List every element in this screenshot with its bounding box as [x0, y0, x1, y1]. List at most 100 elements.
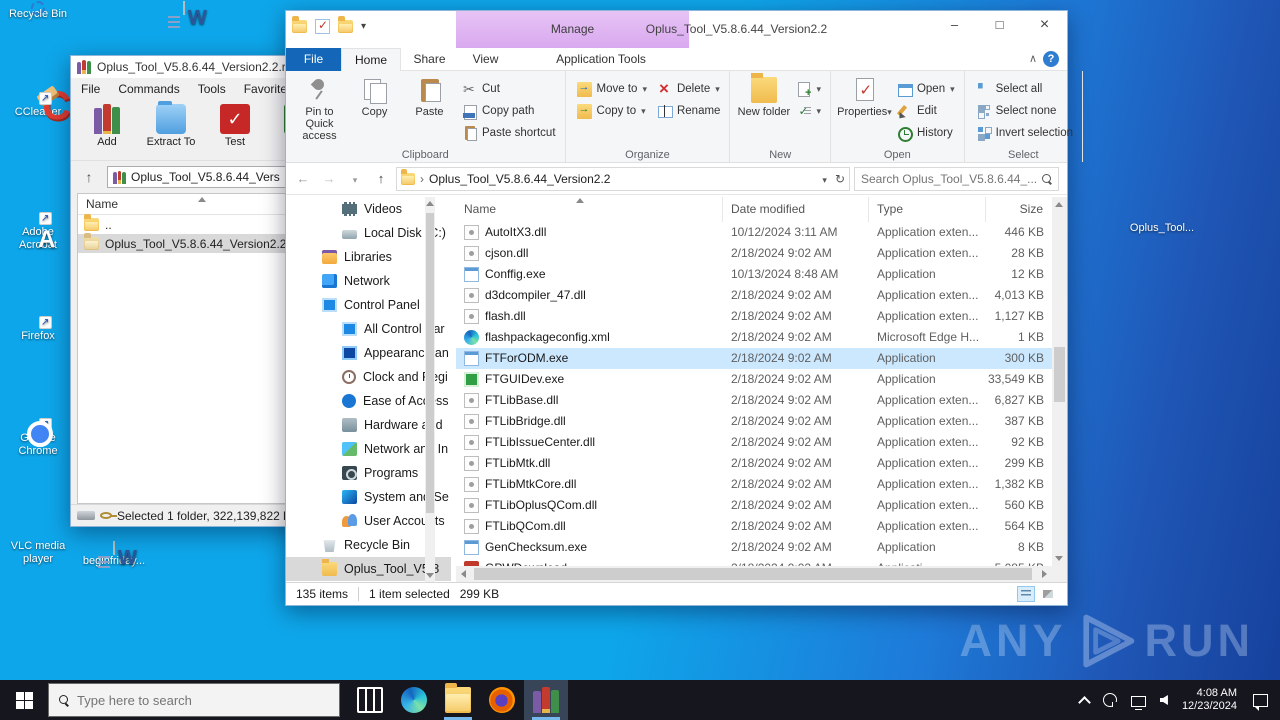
- ribbon-button-history[interactable]: History: [892, 122, 960, 144]
- column-header-name[interactable]: Name: [456, 197, 723, 222]
- table-row[interactable]: FTLibMtkCore.dll2/18/2024 9:02 AMApplica…: [456, 474, 1052, 495]
- ribbon-button-edit[interactable]: Edit: [892, 100, 960, 122]
- ribbon-button-select-all[interactable]: Select all: [971, 78, 1078, 100]
- volume-icon[interactable]: [1160, 695, 1168, 705]
- action-center-icon[interactable]: [1253, 694, 1268, 707]
- refresh-icon[interactable]: [835, 172, 845, 186]
- horizontal-scrollbar[interactable]: [456, 566, 1052, 582]
- table-row[interactable]: FTLibBase.dll2/18/2024 9:02 AMApplicatio…: [456, 390, 1052, 411]
- desktop-icon-google-chrome[interactable]: Google Chrome: [2, 432, 74, 458]
- tab-view[interactable]: View: [458, 48, 513, 71]
- ribbon-button-invert-selection[interactable]: Invert selection: [971, 122, 1078, 144]
- nav-scrollbar[interactable]: [425, 197, 435, 582]
- tray-expand-icon[interactable]: [1078, 696, 1091, 709]
- checkmark-doc-icon[interactable]: [315, 19, 330, 34]
- scroll-down-icon[interactable]: [1055, 556, 1063, 561]
- recent-locations-icon[interactable]: [344, 171, 366, 186]
- search-icon[interactable]: [1042, 174, 1052, 184]
- up-arrow-icon[interactable]: [79, 167, 99, 187]
- desktop-icon-firefox[interactable]: Firefox: [2, 330, 74, 343]
- table-row[interactable]: GenChecksum.exe2/18/2024 9:02 AMApplicat…: [456, 537, 1052, 558]
- tab-application-tools[interactable]: Application Tools: [513, 48, 689, 71]
- taskbar-clock[interactable]: 4:08 AM 12/23/2024: [1182, 687, 1237, 713]
- ribbon-button-new-folder[interactable]: New folder: [736, 75, 791, 118]
- table-row[interactable]: AutoItX3.dll10/12/2024 3:11 AMApplicatio…: [456, 222, 1052, 243]
- taskbar-icon-winrar[interactable]: [524, 680, 568, 720]
- large-icons-view-button[interactable]: [1039, 586, 1057, 602]
- tab-share[interactable]: Share: [401, 48, 458, 71]
- ribbon-button-move-to[interactable]: Move to: [572, 78, 652, 100]
- maximize-button[interactable]: [977, 11, 1022, 41]
- ribbon-button-paste-shortcut[interactable]: Paste shortcut: [457, 122, 561, 144]
- start-button[interactable]: [0, 680, 48, 720]
- ribbon-button-copy-to[interactable]: Copy to: [572, 100, 652, 122]
- winrar-toolbar-extract-to[interactable]: Extract To: [143, 104, 199, 148]
- scroll-up-icon[interactable]: [426, 201, 434, 206]
- desktop-icon-word[interactable]: [156, 2, 212, 15]
- scroll-down-icon[interactable]: [426, 573, 434, 578]
- table-row[interactable]: d3dcompiler_47.dll2/18/2024 9:02 AMAppli…: [456, 285, 1052, 306]
- column-header-type[interactable]: Type: [869, 197, 986, 222]
- network-icon[interactable]: [1131, 696, 1146, 707]
- back-button[interactable]: [292, 171, 314, 186]
- desktop-icon-recycle-bin[interactable]: Recycle Bin: [2, 8, 74, 21]
- minimize-button[interactable]: [932, 11, 977, 41]
- table-row[interactable]: Conffig.exe10/13/2024 8:48 AMApplication…: [456, 264, 1052, 285]
- ribbon-button-copy-path[interactable]: Copy path: [457, 100, 561, 122]
- ribbon-button-rename[interactable]: Rename: [652, 100, 725, 122]
- taskbar-search-input[interactable]: [77, 693, 329, 708]
- address-dropdown-icon[interactable]: [822, 172, 827, 186]
- column-header-size[interactable]: Size: [986, 197, 1052, 222]
- details-view-button[interactable]: [1017, 586, 1035, 602]
- winrar-toolbar-test[interactable]: Test: [207, 104, 263, 148]
- winrar-menu-file[interactable]: File: [81, 82, 100, 96]
- ribbon-button-select-none[interactable]: Select none: [971, 100, 1078, 122]
- ribbon-button-open[interactable]: Open: [892, 78, 960, 100]
- up-button[interactable]: [370, 171, 392, 186]
- winrar-menu-commands[interactable]: Commands: [118, 82, 179, 96]
- ribbon-button-cut[interactable]: Cut: [457, 78, 561, 100]
- tab-home[interactable]: Home: [341, 48, 401, 71]
- taskbar-icon-file-explorer[interactable]: [436, 680, 480, 720]
- ribbon-button-paste[interactable]: Paste: [402, 75, 457, 118]
- desktop-icon-beginfriday[interactable]: beginfriday...: [78, 542, 150, 568]
- search-input[interactable]: [861, 172, 1038, 186]
- table-row[interactable]: FTGUIDev.exe2/18/2024 9:02 AMApplication…: [456, 369, 1052, 390]
- tab-file[interactable]: File: [286, 48, 341, 71]
- address-bar[interactable]: Oplus_Tool_V5.8.6.44_Version2.2: [396, 167, 850, 191]
- scroll-up-icon[interactable]: [1055, 202, 1063, 207]
- table-row[interactable]: flash.dll2/18/2024 9:02 AMApplication ex…: [456, 306, 1052, 327]
- taskbar-search[interactable]: [48, 683, 340, 717]
- table-row[interactable]: FTLibQCom.dll2/18/2024 9:02 AMApplicatio…: [456, 516, 1052, 537]
- scroll-right-icon[interactable]: [1042, 570, 1047, 578]
- ribbon-button-properties[interactable]: Properties: [837, 75, 892, 118]
- ribbon-button-pin-to-quick-access[interactable]: Pin to Quick access: [292, 75, 347, 142]
- desktop-icon-oplus-tool[interactable]: Oplus_Tool...: [1124, 222, 1200, 235]
- column-header-date-modified[interactable]: Date modified: [723, 197, 869, 222]
- taskbar-icon-edge[interactable]: [392, 680, 436, 720]
- forward-button[interactable]: [318, 171, 340, 186]
- search-box[interactable]: [854, 167, 1059, 191]
- table-row[interactable]: FTLibBridge.dll2/18/2024 9:02 AMApplicat…: [456, 411, 1052, 432]
- taskbar-icon-task-view[interactable]: [348, 680, 392, 720]
- ribbon-button-delete[interactable]: Delete: [652, 78, 725, 100]
- desktop-icon-ccleaner[interactable]: CCleaner: [2, 106, 74, 119]
- table-row[interactable]: FTLibMtk.dll2/18/2024 9:02 AMApplication…: [456, 453, 1052, 474]
- winrar-menu-tools[interactable]: Tools: [198, 82, 226, 96]
- folder-icon[interactable]: [338, 20, 353, 33]
- winrar-toolbar-add[interactable]: Add: [79, 104, 135, 148]
- vertical-scrollbar[interactable]: [1052, 197, 1067, 582]
- scroll-left-icon[interactable]: [461, 570, 466, 578]
- table-row[interactable]: FTLibOplusQCom.dll2/18/2024 9:02 AMAppli…: [456, 495, 1052, 516]
- help-button[interactable]: [1043, 51, 1059, 67]
- table-row[interactable]: cjson.dll2/18/2024 9:02 AMApplication ex…: [456, 243, 1052, 264]
- breadcrumb[interactable]: Oplus_Tool_V5.8.6.44_Version2.2: [429, 172, 610, 186]
- table-row[interactable]: FTForODM.exe2/18/2024 9:02 AMApplication…: [456, 348, 1052, 369]
- table-row[interactable]: FTLibIssueCenter.dll2/18/2024 9:02 AMApp…: [456, 432, 1052, 453]
- table-row[interactable]: flashpackageconfig.xml2/18/2024 9:02 AMM…: [456, 327, 1052, 348]
- taskbar-icon-firefox[interactable]: [480, 680, 524, 720]
- folder-icon[interactable]: [292, 20, 307, 33]
- close-button[interactable]: [1022, 11, 1067, 41]
- ribbon-button-newitem[interactable]: [791, 78, 826, 100]
- chevron-down-icon[interactable]: [361, 21, 366, 32]
